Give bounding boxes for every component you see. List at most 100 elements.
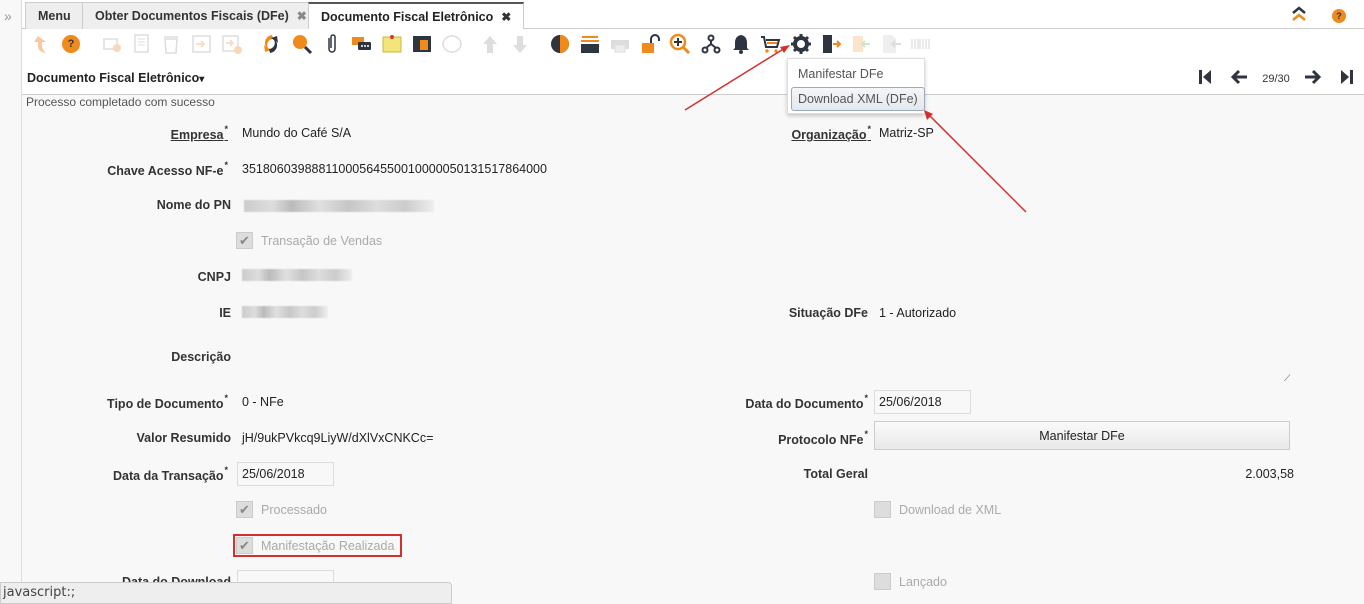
checkbox-label: Download de XML (899, 502, 1002, 517)
checkbox-label: Lançado (899, 574, 947, 589)
tab-label: Documento Fiscal Eletrônico (321, 10, 494, 24)
checkbox-box: ✔ (236, 232, 253, 249)
export-icon (849, 32, 873, 56)
tipo-documento-value[interactable]: 0 - NFe (242, 395, 284, 409)
data-documento-field[interactable]: 25/06/2018 (874, 390, 971, 414)
attachment-icon[interactable] (320, 32, 344, 56)
find-icon[interactable] (290, 32, 314, 56)
menu-item-download-xml[interactable]: Download XML (DFe) (791, 87, 925, 111)
manifestacao-realizada-checkbox[interactable]: ✔ Manifestação Realizada (233, 534, 402, 557)
left-rail: » (0, 0, 22, 604)
nome-pn-label: Nome do PN (156, 198, 231, 212)
new-record-icon (100, 32, 124, 56)
tab-menu[interactable]: Menu (25, 2, 84, 29)
valor-resumido-value[interactable]: jH/9ukPVkcq9LiyW/dXlVxCNKCc= (242, 431, 433, 445)
empresa-value[interactable]: Mundo do Café S/A (242, 126, 351, 140)
resize-handle-icon[interactable]: ⟋ (1284, 373, 1290, 384)
last-record-icon[interactable] (1330, 69, 1364, 88)
barcode-icon (909, 32, 933, 56)
main-area: Menu Obter Documentos Fiscais (DFe) ✖ Doc… (22, 0, 1364, 604)
toolbar: ? (22, 29, 1364, 59)
previous-record-icon[interactable] (1222, 69, 1256, 88)
window-title-dropdown[interactable]: Documento Fiscal Eletrônico▾ (27, 71, 204, 85)
lock-icon[interactable] (638, 32, 662, 56)
tab-documento-fiscal[interactable]: Documento Fiscal Eletrônico ✖ (308, 2, 525, 30)
exit-icon[interactable] (819, 32, 843, 56)
top-right-controls: ? (1290, 6, 1346, 25)
window-title: Documento Fiscal Eletrônico (27, 71, 200, 85)
import-icon (190, 32, 214, 56)
process-menu-popup: Manifestar DFe Download XML (DFe) (787, 58, 925, 114)
menu-item-manifestar-dfe[interactable]: Manifestar DFe (798, 67, 883, 81)
import-new-icon (220, 32, 244, 56)
arrow-down-icon (508, 32, 532, 56)
descricao-textarea[interactable] (242, 342, 1294, 380)
window-header: Documento Fiscal Eletrônico▾ 29/30 (22, 59, 1364, 95)
cnpj-redacted (242, 269, 352, 281)
descricao-label: Descrição (171, 350, 231, 364)
protocolo-nfe-label: Protocolo NFe* (778, 429, 868, 448)
next-record-icon[interactable] (1296, 69, 1330, 88)
ie-label: IE (219, 306, 231, 320)
workflow-icon[interactable] (699, 32, 723, 56)
total-geral-label: Total Geral (803, 467, 868, 481)
data-transacao-field[interactable]: 25/06/2018 (237, 462, 334, 486)
notification-bell-icon[interactable] (729, 32, 753, 56)
process-gear-icon[interactable] (789, 32, 813, 56)
organizacao-value[interactable]: Matriz-SP (879, 126, 934, 140)
checkbox-box: ✔ (236, 537, 253, 554)
close-icon[interactable]: ✖ (501, 10, 511, 24)
situacao-dfe-value[interactable]: 1 - Autorizado (879, 306, 956, 320)
total-geral-value[interactable]: 2.003,58 (1245, 467, 1294, 481)
valor-resumido-label: Valor Resumido (136, 431, 231, 445)
chave-acesso-value[interactable]: 3518060398881100056455001000005013151786… (242, 162, 547, 176)
expand-menu-icon[interactable]: » (4, 8, 12, 24)
help-icon[interactable]: ? (59, 32, 83, 56)
arrow-up-icon (478, 32, 502, 56)
record-navigation: 29/30 (1188, 69, 1364, 88)
empresa-label[interactable]: Empresa* (171, 124, 228, 142)
organizacao-label[interactable]: Organização* (791, 124, 871, 142)
undo-icon[interactable] (30, 32, 54, 56)
cart-icon[interactable] (759, 32, 783, 56)
close-icon[interactable]: ✖ (297, 9, 307, 23)
first-record-icon[interactable] (1188, 69, 1222, 88)
checkbox-box (874, 573, 891, 590)
report-view-icon[interactable] (410, 32, 434, 56)
cnpj-label: CNPJ (197, 270, 231, 284)
delete-icon (159, 32, 183, 56)
download-xml-checkbox[interactable]: Download de XML (874, 501, 1001, 518)
copy-record-icon (130, 32, 154, 56)
tab-bar: Menu Obter Documentos Fiscais (DFe) ✖ Doc… (22, 0, 1364, 30)
transacao-vendas-checkbox[interactable]: ✔ Transação de Vendas (236, 232, 382, 249)
caret-down-icon: ▾ (199, 74, 205, 85)
checkbox-label: Processado (261, 502, 328, 517)
data-transacao-label: Data da Transação* (113, 465, 228, 484)
refresh-icon[interactable] (259, 32, 283, 56)
checkbox-label: Manifestação Realizada (261, 538, 395, 553)
checkbox-label: Transação de Vendas (261, 233, 383, 248)
note-icon[interactable] (380, 32, 404, 56)
tab-label: Menu (38, 9, 71, 23)
help-icon[interactable]: ? (1332, 8, 1346, 23)
chat-icon[interactable] (350, 32, 374, 56)
situacao-dfe-label: Situação DFe (788, 306, 868, 320)
import-disabled-icon (879, 32, 903, 56)
processado-checkbox[interactable]: ✔ Processado (236, 501, 327, 518)
checkbox-box: ✔ (236, 501, 253, 518)
nome-pn-redacted (244, 200, 434, 212)
chave-acesso-label: Chave Acesso NF-e* (107, 160, 228, 179)
archive-icon[interactable] (578, 32, 602, 56)
zoom-across-icon[interactable] (668, 32, 692, 56)
lancado-checkbox[interactable]: Lançado (874, 573, 947, 590)
record-form: Empresa* Mundo do Café S/A Organização* … (22, 110, 1364, 604)
print-icon (608, 32, 632, 56)
tab-obter-documentos[interactable]: Obter Documentos Fiscais (DFe) ✖ (82, 2, 320, 29)
pie-chart-icon[interactable] (548, 32, 572, 56)
checkbox-box (874, 501, 891, 518)
record-count: 29/30 (1262, 72, 1290, 85)
palette-icon (440, 32, 464, 56)
manifestar-dfe-button[interactable]: Manifestar DFe (874, 421, 1290, 450)
tab-label: Obter Documentos Fiscais (DFe) (95, 9, 289, 23)
double-chevron-up-icon[interactable] (1290, 6, 1308, 25)
